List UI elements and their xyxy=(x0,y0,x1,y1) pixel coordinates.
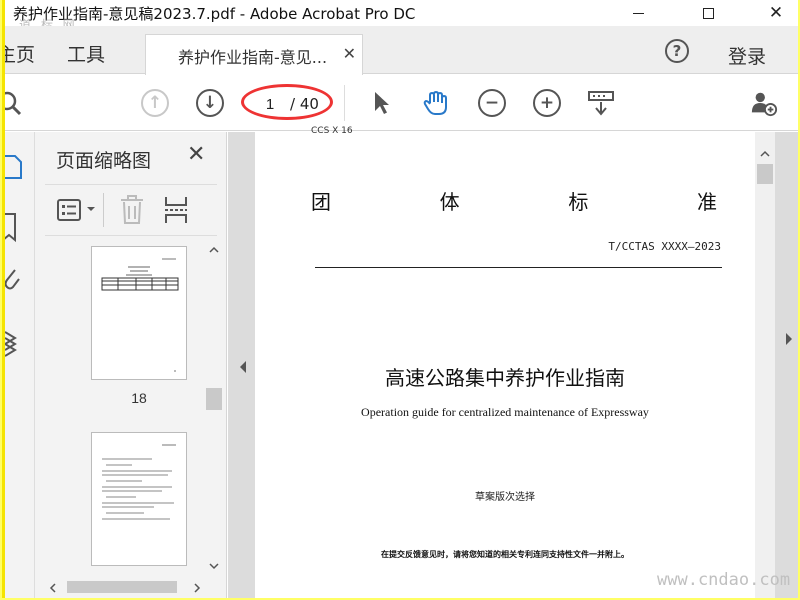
trash-icon[interactable] xyxy=(119,195,145,225)
collapse-panel-icon[interactable] xyxy=(238,360,248,374)
page-up-icon[interactable]: ↑ xyxy=(141,89,169,117)
doc-draft-label: 草案版次选择 xyxy=(475,492,535,503)
attachments-icon[interactable] xyxy=(5,264,29,298)
page-preview-icon xyxy=(102,444,176,520)
doc-standard-number: T/CCTAS XXXX—2023 xyxy=(608,240,721,253)
thumbnail-options-icon[interactable] xyxy=(57,198,83,222)
zoom-out-icon[interactable]: − xyxy=(478,89,506,117)
scroll-up-icon[interactable] xyxy=(209,246,219,254)
title-bar: 养护作业指南-意见稿2023.7.pdf - Adobe Acrobat Pro… xyxy=(5,0,798,26)
scroll-down-icon[interactable] xyxy=(209,562,219,570)
panel-divider xyxy=(103,193,104,227)
scrollbar-thumb[interactable] xyxy=(757,164,773,184)
minimize-button[interactable] xyxy=(615,0,661,26)
close-icon: ✕ xyxy=(768,2,784,23)
expand-right-pane-icon[interactable] xyxy=(784,332,794,346)
insert-page-icon[interactable] xyxy=(163,195,189,225)
toolbar: ↑ ↓ / 40 − + xyxy=(5,75,798,131)
thumbnails-scrollbar[interactable] xyxy=(205,240,223,578)
tab-tools[interactable]: 工具 xyxy=(67,40,105,67)
tab-bar: 主页 工具 养护作业指南-意见... ✕ ? 登录 xyxy=(5,26,798,75)
tab-document[interactable]: 养护作业指南-意见... ✕ xyxy=(145,34,363,75)
doc-heading: 团 体 标 准 xyxy=(311,186,717,215)
document-scrollbar[interactable] xyxy=(755,132,775,598)
doc-heading-char: 标 xyxy=(568,190,589,214)
zoom-in-icon[interactable]: + xyxy=(533,89,561,117)
doc-heading-char: 团 xyxy=(311,190,331,214)
panel-close-icon[interactable]: ✕ xyxy=(187,142,205,167)
doc-heading-char: 体 xyxy=(439,190,460,214)
scroll-right-icon[interactable] xyxy=(193,583,201,593)
search-icon[interactable] xyxy=(2,89,23,117)
doc-title: 高速公路集中养护作业指南 xyxy=(385,366,625,390)
scroll-left-icon[interactable] xyxy=(49,583,57,593)
page-thumbnails-icon[interactable] xyxy=(5,150,29,184)
hand-icon[interactable] xyxy=(422,89,450,117)
thumbnails-hscrollbar[interactable] xyxy=(45,578,205,596)
keyboard-marquee-icon[interactable] xyxy=(587,89,615,117)
panel-title: 页面缩略图 xyxy=(56,150,152,172)
maximize-button[interactable] xyxy=(685,0,731,26)
scrollbar-thumb[interactable] xyxy=(206,388,222,410)
login-button[interactable]: 登录 xyxy=(728,42,766,69)
acrobat-window: 养护作业指南-意见稿2023.7.pdf - Adobe Acrobat Pro… xyxy=(2,0,798,598)
doc-subtitle: Operation guide for centralized maintena… xyxy=(361,405,649,419)
layers-icon[interactable] xyxy=(5,324,29,358)
thumbnail-page-18[interactable] xyxy=(91,246,187,380)
doc-heading-char: 准 xyxy=(696,190,717,214)
doc-note: 在提交反馈意见时，请将您知道的相关专利连同支持性文件一并附上。 xyxy=(381,550,629,559)
scroll-up-icon[interactable] xyxy=(760,150,770,158)
thumbnails-panel: 页面缩略图 ✕ 18 xyxy=(35,132,227,598)
thumbnail-label: 18 xyxy=(131,390,147,406)
panel-toolbar xyxy=(45,184,217,236)
toolbar-divider xyxy=(344,85,345,121)
select-arrow-icon[interactable] xyxy=(368,89,396,117)
chevron-down-icon[interactable] xyxy=(86,205,96,213)
watermark-bottom: www.cndao.com xyxy=(657,570,791,590)
tab-home[interactable]: 主页 xyxy=(5,40,35,67)
highlight-oval xyxy=(241,84,333,120)
doc-classification-code: CCS X 16 xyxy=(311,126,353,136)
close-window-button[interactable]: ✕ xyxy=(753,0,798,26)
add-user-icon[interactable] xyxy=(750,89,778,117)
page-down-icon[interactable]: ↓ xyxy=(196,89,224,117)
maximize-icon xyxy=(702,7,714,19)
tab-close-icon[interactable]: ✕ xyxy=(343,44,356,63)
left-nav-rail xyxy=(5,132,35,598)
help-icon[interactable]: ? xyxy=(665,39,689,63)
thumbnails-list: 18 xyxy=(35,240,205,578)
bookmarks-icon[interactable] xyxy=(5,210,29,244)
pdf-page: CCS X 16 团 体 标 准 T/CCTAS XXXX—2023 高速公路集… xyxy=(255,126,755,598)
page-preview-icon xyxy=(101,258,179,372)
minimize-icon xyxy=(632,12,644,14)
doc-rule xyxy=(315,267,722,268)
thumbnail-page-19[interactable] xyxy=(91,432,187,566)
hscrollbar-thumb[interactable] xyxy=(67,581,177,593)
document-viewer: CCS X 16 团 体 标 准 T/CCTAS XXXX—2023 高速公路集… xyxy=(228,126,798,598)
tab-document-label: 养护作业指南-意见... xyxy=(178,48,328,67)
